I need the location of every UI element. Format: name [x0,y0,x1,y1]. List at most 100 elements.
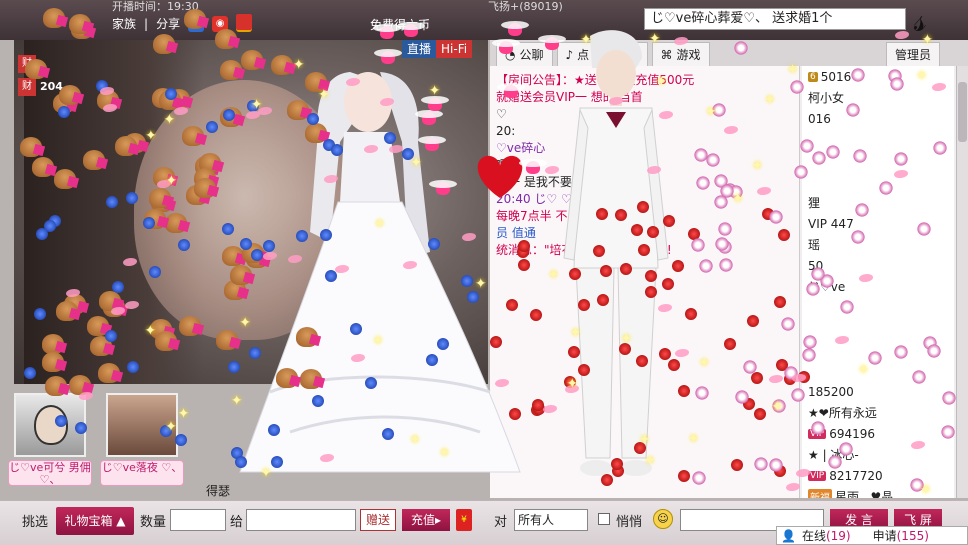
recharge-button[interactable]: 充值▸ [402,509,450,531]
user-list-item[interactable]: VIP 8217720 [802,465,954,486]
top-bar: 开播时间：19:30 家族 | 分享 ✈ ◉ ★ 免费得六币 飞扬+(89019… [0,0,968,40]
user-name: 狸 [808,196,821,210]
gift-box-label: 礼物宝箱 [64,514,113,528]
user-name: 瑶 [808,238,821,252]
user-list-item[interactable]: 6 5016 [802,66,954,87]
tab-label: 管理员 [894,48,931,62]
user-list[interactable]: 6 5016 柯小女 016 狸 VIP 447 瑶 50 じ♡ve 185200 ★❤所有永远 VI… [802,66,954,498]
user-name: 柯小女 [808,91,845,105]
apply-count: (155) [896,529,929,543]
user-list-item[interactable] [802,339,954,360]
user-list-item[interactable]: 狸 [802,192,954,213]
whisper-checkbox[interactable] [598,513,610,525]
bride-avatar [239,72,521,473]
user-badge: 新福 [808,489,832,498]
user-list-item[interactable]: VIP 447 [802,213,954,234]
wealth-badge: 财 [18,55,36,73]
gift-box-button[interactable]: 礼物宝箱 ▲ [56,507,134,535]
tab-hifi[interactable]: Hi-Fi [436,40,473,58]
user-list-item[interactable]: 瑶 [802,234,954,255]
user-list-item[interactable] [802,129,954,150]
user-list-item[interactable]: 185200 [802,381,954,402]
user-name: VIP 447 [808,216,854,231]
user-list-item[interactable]: 50 [802,255,954,276]
user-list-item[interactable]: ★ | 冰心- [802,444,954,465]
user-list-item[interactable]: じ♡ve [802,276,954,297]
user-id: 飞扬+(89019) [488,0,563,13]
avatar-mic1[interactable] [14,393,86,457]
user-list-item[interactable] [802,318,954,339]
whisper-label: 悄悄 [616,515,643,530]
tab-label: 公聊 [519,48,544,62]
heart-gift-icon [477,155,523,198]
user-list-item[interactable]: 柯小女 [802,87,954,108]
user-name: 50 [808,258,824,273]
give-label: 给 [230,515,244,530]
share-weibo-icon[interactable]: ◉ [212,15,229,32]
red-packet-icon[interactable]: ¥ [456,509,472,531]
free-coins-link[interactable]: 免费得六币 [370,16,430,33]
family-link[interactable]: 家族 [112,15,136,32]
scrollbar-thumb[interactable] [958,82,967,142]
video-mode-tabs: 直播 Hi-Fi [402,40,473,58]
tab-label: 游戏 [676,48,701,62]
recipient-input[interactable] [246,509,356,531]
tab-live[interactable]: 直播 [402,40,437,58]
user-list-item[interactable]: VIP 694196 [802,423,954,444]
user-list-item[interactable]: 016 [802,108,954,129]
chat-icon: ◔ [505,47,516,62]
user-list-item[interactable] [802,297,954,318]
apply-text: 申请 [872,529,897,543]
user-badge: VIP [808,428,827,439]
to-label: 对 [494,515,508,530]
chat-target-select[interactable]: 所有人 [514,509,588,531]
online-users-icon: 👤 [781,528,796,543]
singer-name: 得瑟 [206,484,231,498]
top-nav: 家族 | 分享 ✈ ◉ ★ [112,15,253,32]
user-name: 016 [808,111,831,126]
user-list-item[interactable] [802,360,954,381]
user-list-item[interactable]: 新福星雨...♥晶 [802,486,954,498]
user-name: 星雨...♥晶 [835,490,894,498]
broadcast-time: 开播时间：19:30 [112,0,199,13]
gift-shortcut-icon[interactable] [236,14,252,30]
user-name: ★❤所有永远 [808,406,877,420]
apply-label[interactable]: 申请(155) [873,527,929,544]
user-badge: VIP [808,470,827,481]
tab-admin[interactable]: 管理员 [885,42,940,66]
recharge-label: 充值 [410,513,435,527]
user-list-scrollbar[interactable] [956,66,968,498]
quantity-input[interactable] [170,509,226,531]
online-label[interactable]: 在线(19) [802,527,851,544]
online-text: 在线 [801,529,826,543]
nav-divider: | [144,16,149,31]
share-link[interactable]: 分享 [156,15,180,32]
user-name: じ♡ve [808,280,846,294]
user-list-item[interactable]: ★❤所有永远 [802,402,954,423]
swirl-decoration-icon: 𝓈 [914,0,927,40]
user-name: 185200 [808,384,854,399]
status-row: 👤 在线(19) 申请(155) [776,526,968,545]
wealth-badge-2: 财 [18,78,36,96]
pick-label: 挑选 [22,515,49,530]
avatar-name-2[interactable]: じ♡ve落夜 ♡、 [100,460,184,486]
avatar-name-1[interactable]: じ♡ve可兮 男佣♡、 [8,460,92,486]
send-gift-button[interactable]: 赠送 [360,509,396,531]
groom-avatar [563,30,669,476]
user-list-item[interactable] [802,150,954,171]
quantity-label: 数量 [140,515,167,530]
avatar-mic2[interactable] [106,393,178,457]
share-tencent-icon[interactable]: ✈ [188,15,205,32]
online-count: (19) [825,529,851,543]
user-level-badge: 6 [808,71,818,82]
user-name: 8217720 [829,468,883,483]
emoji-icon[interactable]: ☺ [653,509,673,529]
sparkle-icon: ✦ [177,405,190,422]
user-name: 694196 [829,426,876,441]
user-name: ★ | 冰心- [808,448,859,462]
user-name: 5016 [820,69,852,84]
gift-banner: じ♡ve碎心葬爱♡、 送求婚1个 [644,8,906,30]
user-list-item[interactable] [802,171,954,192]
avatar-head [34,405,68,445]
wealth-number: 204, [40,80,68,93]
